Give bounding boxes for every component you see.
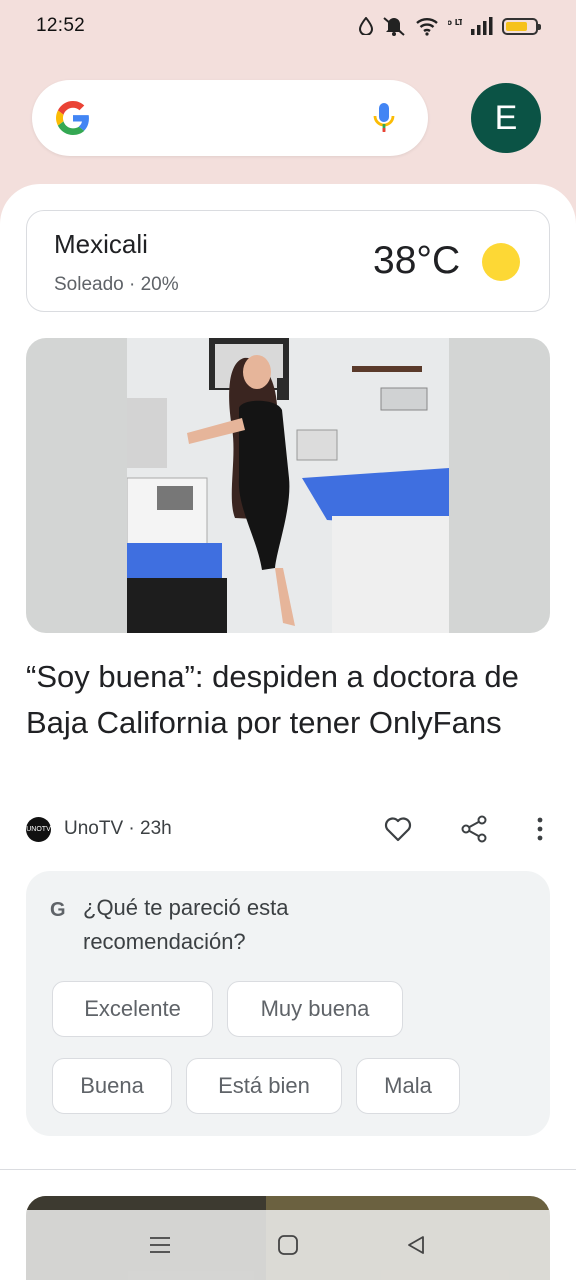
feed-divider: [0, 1169, 576, 1170]
sun-icon: [482, 243, 520, 281]
battery-level: [506, 21, 527, 31]
wifi-icon: [416, 18, 438, 36]
clinic-photo-illustration: [127, 338, 449, 633]
svg-text:Vo LTE: Vo LTE: [448, 18, 462, 27]
avatar-letter: E: [494, 98, 518, 137]
like-button[interactable]: [378, 809, 418, 849]
menu-icon: [150, 1237, 170, 1253]
share-icon: [461, 815, 487, 843]
mic-icon[interactable]: [372, 101, 396, 135]
volte-icon: Vo LTE: [448, 18, 462, 27]
more-options-button[interactable]: [530, 809, 550, 849]
recents-button[interactable]: [140, 1225, 180, 1265]
article-image[interactable]: [26, 338, 550, 633]
battery-icon: [502, 17, 541, 35]
article-source-row: UNOTV UnoTV · 23h: [26, 814, 550, 844]
back-button[interactable]: [396, 1225, 436, 1265]
unotv-logo: UNOTV: [26, 816, 51, 842]
feedback-option-buena[interactable]: Buena: [52, 1058, 172, 1114]
weather-card[interactable]: Mexicali Soleado · 20% 38°C: [26, 210, 550, 312]
search-bar[interactable]: [32, 80, 428, 156]
mute-icon: [383, 17, 405, 36]
avatar[interactable]: E: [471, 83, 541, 153]
home-icon: [278, 1235, 298, 1255]
more-vert-icon: [537, 817, 543, 841]
feedback-card: G ¿Qué te pareció esta recomendación? Ex…: [26, 871, 550, 1136]
signal-icon: [471, 17, 493, 35]
article-title[interactable]: “Soy buena”: despiden a doctora de Baja …: [26, 654, 546, 746]
share-button[interactable]: [454, 809, 494, 849]
feedback-question: ¿Qué te pareció esta recomendación?: [83, 895, 289, 954]
discover-feed: Mexicali Soleado · 20% 38°C “Soy buena”:…: [0, 184, 576, 1280]
feedback-option-esta-bien[interactable]: Está bien: [186, 1058, 342, 1114]
weather-description: Soleado · 20%: [54, 274, 179, 295]
heart-icon: [384, 817, 412, 842]
drop-icon: [359, 17, 373, 35]
feedback-option-excelente[interactable]: Excelente: [52, 981, 213, 1037]
feedback-option-muy-buena[interactable]: Muy buena: [227, 981, 403, 1037]
feedback-option-mala[interactable]: Mala: [356, 1058, 460, 1114]
status-bar: 12:52 Vo LTE: [0, 0, 576, 52]
google-g-small-icon: G: [50, 899, 66, 921]
unotv-logo-text: UNOTV: [26, 825, 51, 833]
weather-city: Mexicali: [54, 229, 148, 259]
home-button[interactable]: [268, 1225, 308, 1265]
status-time: 12:52: [36, 15, 86, 36]
weather-temperature: 38°C: [373, 239, 461, 282]
article-source[interactable]: UnoTV · 23h: [64, 818, 172, 840]
article-actions: [378, 809, 550, 849]
back-icon: [408, 1236, 424, 1254]
google-g-icon: [56, 101, 89, 135]
status-icons: Vo LTE: [359, 16, 541, 36]
navigation-bar: [26, 1210, 550, 1280]
article-photo: [127, 338, 449, 633]
